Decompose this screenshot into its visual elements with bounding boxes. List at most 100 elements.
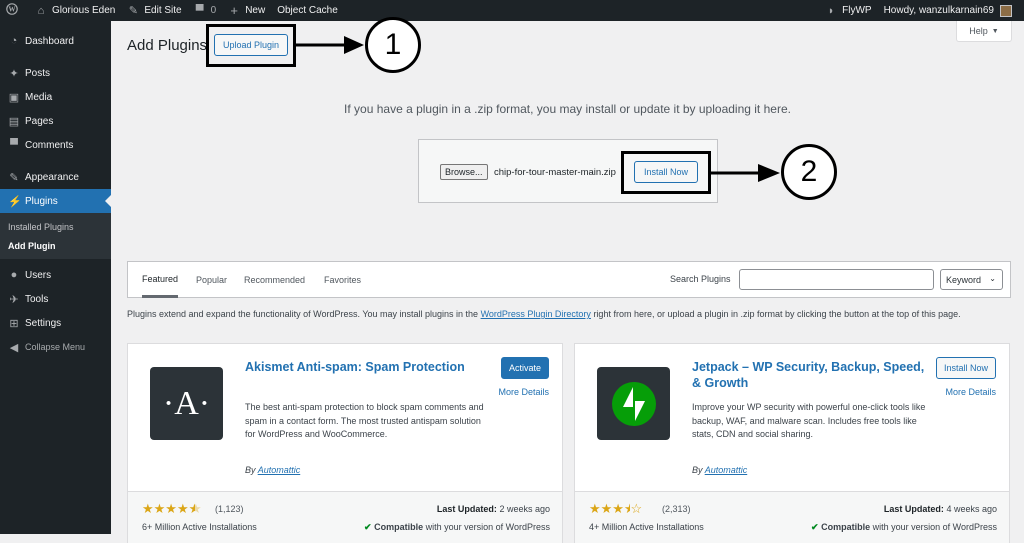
plugin-author: By Automattic: [692, 465, 747, 475]
pin-icon: ✦: [9, 67, 19, 80]
plugins-intro-text: Plugins extend and expand the functional…: [127, 308, 1007, 321]
menu-appearance[interactable]: ✎ Appearance: [0, 165, 111, 189]
plugin-card-footer: ★★★★☆ (2,313) Last Updated: 4 weeks ago …: [575, 491, 1009, 543]
new-label: New: [245, 5, 266, 16]
menu-dashboard[interactable]: ◔ Dashboard: [0, 29, 111, 53]
tab-popular[interactable]: Popular: [196, 262, 227, 298]
plugin-filter-bar: Featured Popular Recommended Favorites S…: [127, 261, 1011, 298]
wp-logo-menu[interactable]: W: [0, 0, 29, 21]
flywp-icon: ◗: [827, 4, 835, 17]
new-content-link[interactable]: + New: [222, 0, 271, 21]
brush-icon: ✎: [128, 5, 138, 17]
howdy-label: Howdy, wanzulkarnain69: [883, 5, 994, 16]
tab-recommended[interactable]: Recommended: [244, 262, 305, 298]
compatibility: ✔ Compatible with your version of WordPr…: [811, 522, 997, 533]
comment-bubble-icon: ▀: [195, 4, 204, 17]
activate-button[interactable]: Activate: [500, 357, 549, 379]
submenu-installed-plugins[interactable]: Installed Plugins: [0, 217, 111, 236]
by-label: By: [245, 465, 256, 475]
menu-label: Users: [25, 269, 52, 281]
intro-before: Plugins extend and expand the functional…: [127, 309, 481, 319]
object-cache-label: Object Cache: [277, 5, 338, 16]
svg-text:W: W: [9, 6, 16, 14]
last-updated-value: 2 weeks ago: [499, 504, 550, 514]
settings-icon: ⊞: [9, 317, 19, 330]
collapse-menu-button[interactable]: ◀ Collapse Menu: [0, 335, 111, 359]
plugin-name-link[interactable]: Akismet Anti-spam: Spam Protection: [245, 359, 485, 375]
last-updated: Last Updated: 2 weeks ago: [437, 504, 550, 514]
akismet-A-icon[interactable]: ·A·: [150, 367, 223, 440]
compat-bold: Compatible: [374, 522, 424, 532]
menu-posts[interactable]: ✦ Posts: [0, 61, 111, 85]
tab-favorites[interactable]: Favorites: [324, 262, 361, 298]
plugin-description: The best anti-spam protection to block s…: [245, 402, 484, 439]
step-1-marker: 1: [365, 17, 421, 73]
step-2-marker: 2: [781, 144, 837, 200]
author-link[interactable]: Automattic: [258, 465, 301, 475]
tab-featured[interactable]: Featured: [142, 262, 179, 298]
avatar: [1000, 4, 1012, 17]
arrow-1-icon: [296, 36, 364, 54]
menu-label: Pages: [25, 115, 54, 127]
arrow-2-icon: [710, 164, 780, 182]
intro-after: right from here, or upload a plugin in .…: [590, 309, 961, 319]
menu-pages[interactable]: ▤ Pages: [0, 109, 111, 133]
rating-count[interactable]: (2,313): [662, 504, 691, 514]
jetpack-logo-icon: [611, 381, 656, 426]
users-icon: ●: [10, 269, 18, 281]
search-type-select[interactable]: Keyword ⌄: [940, 269, 1003, 290]
install-now-button[interactable]: Install Now: [935, 357, 996, 379]
jetpack-bolt-icon[interactable]: [597, 367, 670, 440]
last-updated-label: Last Updated:: [883, 504, 944, 514]
account-menu[interactable]: Howdy, wanzulkarnain69: [878, 0, 1024, 21]
menu-label: Dashboard: [25, 35, 74, 47]
search-plugins-input[interactable]: [739, 269, 934, 290]
wordpress-logo-icon: W: [6, 3, 18, 18]
more-details-link[interactable]: More Details: [498, 387, 549, 397]
media-icon: ▣: [8, 91, 20, 104]
menu-users[interactable]: ● Users: [0, 263, 111, 287]
menu-settings[interactable]: ⊞ Settings: [0, 311, 111, 335]
star-rating-icon: ★★★★☆: [589, 501, 643, 516]
edit-site-link[interactable]: ✎ Edit Site: [121, 0, 187, 21]
comments-link[interactable]: ▀ 0: [188, 0, 223, 21]
main-content: Add Plugins Upload Plugin 1 Help ▼ If yo…: [111, 17, 1024, 543]
help-label: Help: [969, 26, 988, 36]
upload-plugin-button[interactable]: Upload Plugin: [214, 34, 288, 56]
submenu-label: Installed Plugins: [8, 221, 74, 232]
compat-text: with your version of WordPress: [425, 522, 550, 532]
flywp-link[interactable]: ◗ FlyWP: [819, 0, 877, 21]
plugin-name-link[interactable]: Jetpack – WP Security, Backup, Speed, & …: [692, 359, 932, 391]
rating-count[interactable]: (1,123): [215, 504, 244, 514]
active-installs: 4+ Million Active Installations: [589, 522, 704, 532]
plugin-directory-link[interactable]: WordPress Plugin Directory: [481, 309, 591, 319]
plus-icon: +: [230, 3, 238, 18]
upload-install-now-button[interactable]: Install Now: [634, 161, 698, 183]
help-tab[interactable]: Help ▼: [956, 21, 1012, 42]
paintbrush-icon: ✎: [9, 171, 19, 184]
browse-button[interactable]: Browse...: [440, 164, 488, 180]
selected-file-name: chip-for-tour-master-main.zip: [494, 167, 616, 178]
author-link[interactable]: Automattic: [705, 465, 748, 475]
submenu-label: Add Plugin: [8, 240, 56, 251]
menu-plugins[interactable]: ⚡ Plugins: [0, 189, 111, 213]
akismet-logo-letter: ·A·: [162, 384, 211, 422]
star-rating-icon: ★★★★★★: [142, 501, 202, 516]
check-icon: ✔: [364, 522, 372, 532]
menu-media[interactable]: ▣ Media: [0, 85, 111, 109]
object-cache-link[interactable]: Object Cache: [271, 0, 344, 21]
site-name-link[interactable]: ⌂ Glorious Eden: [29, 0, 121, 21]
menu-tools[interactable]: ✈ Tools: [0, 287, 111, 311]
submenu-add-plugin[interactable]: Add Plugin: [0, 236, 111, 255]
last-updated-value: 4 weeks ago: [946, 504, 997, 514]
menu-comments[interactable]: ▀ Comments: [0, 133, 111, 157]
compat-bold: Compatible: [821, 522, 871, 532]
admin-sidebar: ◔ Dashboard ✦ Posts ▣ Media ▤ Pages ▀ Co…: [0, 21, 111, 534]
more-details-link[interactable]: More Details: [945, 387, 996, 397]
page-title: Add Plugins: [127, 37, 208, 54]
site-name: Glorious Eden: [52, 5, 116, 16]
wrench-icon: ✈: [9, 293, 19, 306]
plugin-card: Jetpack – WP Security, Backup, Speed, & …: [574, 343, 1010, 543]
last-updated-label: Last Updated:: [436, 504, 497, 514]
plugin-author: By Automattic: [245, 465, 300, 475]
